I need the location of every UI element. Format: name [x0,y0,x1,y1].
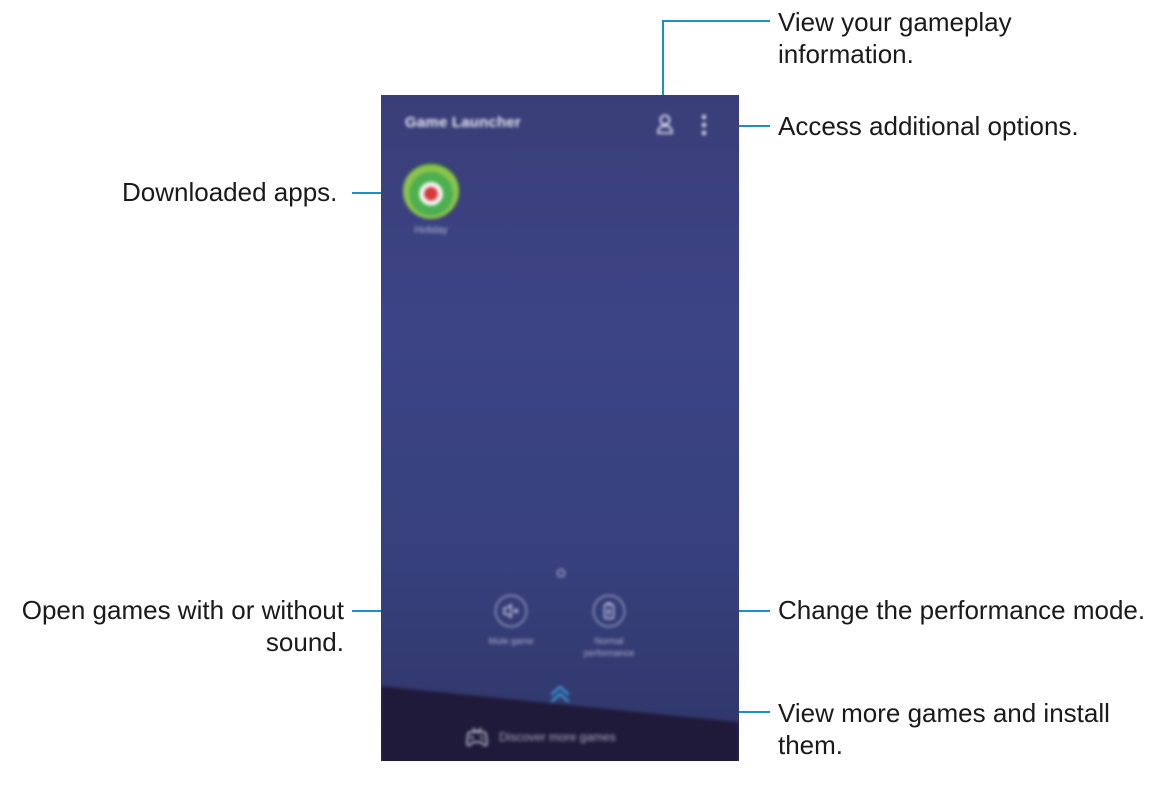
callout-more-games: View more games and install them. [778,698,1110,760]
gamepad-tv-icon [466,727,488,746]
callout-line-gameplay [662,20,770,22]
top-bar: Game Launcher [381,95,739,155]
callout-additional-options: Access additional options. [778,111,1079,141]
app-label: Holiday [414,225,448,236]
callout-gameplay-info: View your gameplay information. [778,7,1012,69]
expand-up-chevrons-icon[interactable] [549,683,571,705]
person-icon[interactable] [655,113,675,135]
callout-sound: Open games with or without sound. [21,595,344,657]
performance-mode-toggle[interactable]: Normal performance [559,595,659,659]
discover-more-games-button[interactable]: Discover more games [465,723,616,751]
app-title: Game Launcher [405,114,521,131]
mute-speaker-icon [495,595,527,627]
callout-performance-mode: Change the performance mode. [778,595,1146,625]
mute-game-label: Mute game [488,636,534,646]
more-options-icon[interactable] [699,113,709,137]
discover-more-games-label: Discover more games [499,730,616,744]
mute-game-toggle[interactable]: Mute game [461,595,561,647]
app-game-icon [403,163,459,219]
performance-mode-label: Normal performance [583,636,635,658]
callout-downloaded-apps: Downloaded apps. [122,177,338,207]
battery-performance-icon [593,595,625,627]
phone-screen: Game Launcher Holiday Mute game Normal p… [381,95,739,761]
page-indicator-dot [557,569,565,577]
downloaded-app-tile[interactable]: Holiday [403,163,459,236]
